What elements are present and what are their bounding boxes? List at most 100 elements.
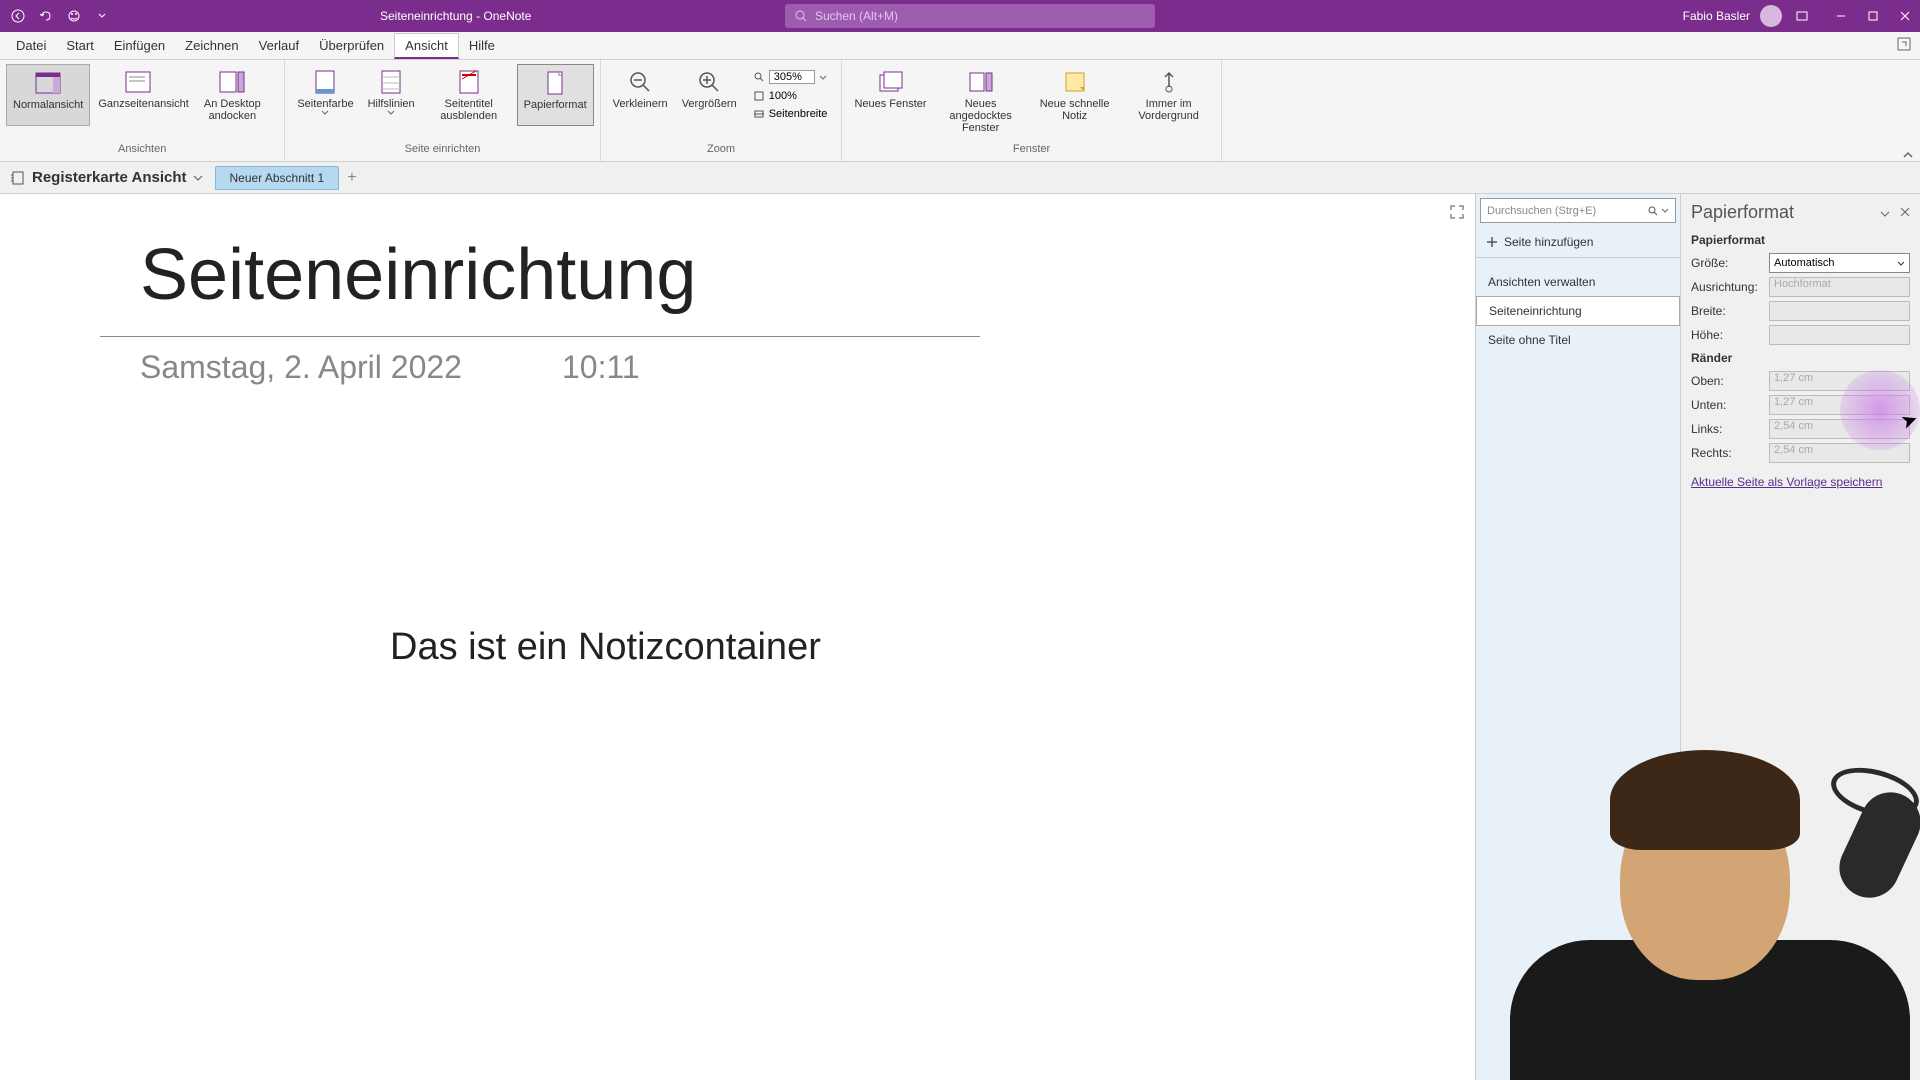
neuesfenster-button[interactable]: Neues Fenster bbox=[848, 64, 932, 138]
pane-section-raender: Ränder bbox=[1691, 351, 1910, 365]
hilfslinien-button[interactable]: Hilfslinien bbox=[362, 64, 421, 126]
pane-section-papierformat: Papierformat bbox=[1691, 233, 1910, 247]
zoom-width[interactable]: Seitenbreite bbox=[749, 106, 832, 122]
right-label: Rechts: bbox=[1691, 446, 1769, 460]
ganzseitenansicht-button[interactable]: Ganzseitenansicht bbox=[92, 64, 184, 126]
search-input[interactable]: Suchen (Alt+M) bbox=[785, 4, 1155, 28]
avatar[interactable] bbox=[1760, 5, 1782, 27]
vordergrund-button[interactable]: Immer im Vordergrund bbox=[1123, 64, 1215, 138]
title-underline bbox=[100, 336, 980, 337]
chevron-down-icon bbox=[321, 110, 329, 115]
page-canvas[interactable]: Seiteneinrichtung Samstag, 2. April 2022… bbox=[0, 194, 1475, 1080]
qat-dropdown-icon[interactable] bbox=[92, 6, 112, 26]
share-icon[interactable] bbox=[1896, 36, 1912, 57]
touch-icon[interactable] bbox=[64, 6, 84, 26]
ribbon-group-label: Ansichten bbox=[118, 143, 166, 157]
ribbon-group-label: Zoom bbox=[707, 143, 735, 157]
normalansicht-icon bbox=[34, 69, 62, 97]
ribbon-group-ansichten: Normalansicht Ganzseitenansicht An Deskt… bbox=[0, 60, 285, 161]
chevron-down-icon bbox=[387, 110, 395, 115]
add-page-button[interactable]: Seite hinzufügen bbox=[1476, 227, 1680, 258]
size-select[interactable]: Automatisch bbox=[1769, 253, 1910, 273]
width-label: Breite: bbox=[1691, 304, 1769, 318]
ribbon-mode-icon[interactable] bbox=[1792, 6, 1812, 26]
seitentitel-button[interactable]: Seitentitel ausblenden bbox=[423, 64, 515, 126]
notebook-icon bbox=[10, 170, 26, 186]
pane-title: Papierformat bbox=[1691, 202, 1794, 223]
andesktop-button[interactable]: An Desktop andocken bbox=[186, 64, 278, 126]
zoom-percent[interactable]: 305% bbox=[749, 68, 832, 86]
section-tab[interactable]: Neuer Abschnitt 1 bbox=[215, 166, 340, 190]
zoomout-icon bbox=[626, 68, 654, 96]
verkleinern-button[interactable]: Verkleinern bbox=[607, 64, 674, 126]
vergroessern-button[interactable]: Vergrößern bbox=[676, 64, 743, 126]
bottom-label: Unten: bbox=[1691, 398, 1769, 412]
ribbon-group-zoom: Verkleinern Vergrößern 305% 100% Seitenb… bbox=[601, 60, 843, 161]
page-link-ansichten[interactable]: Ansichten verwalten bbox=[1476, 268, 1680, 296]
angedocktes-icon bbox=[967, 68, 995, 96]
page-link-ohne-titel[interactable]: Seite ohne Titel bbox=[1476, 326, 1680, 354]
ribbon-group-seite: Seitenfarbe Hilfslinien Seitentitel ausb… bbox=[285, 60, 600, 161]
hilfslinien-icon bbox=[377, 68, 405, 96]
ribbon: Normalansicht Ganzseitenansicht An Deskt… bbox=[0, 60, 1920, 162]
search-icon bbox=[795, 10, 807, 22]
height-input bbox=[1769, 325, 1910, 345]
titlebar: Seiteneinrichtung - OneNote Suchen (Alt+… bbox=[0, 0, 1920, 32]
seitenfarbe-button[interactable]: Seitenfarbe bbox=[291, 64, 359, 126]
pane-options-icon[interactable] bbox=[1880, 206, 1890, 220]
search-icon bbox=[753, 71, 765, 83]
undo-icon[interactable] bbox=[36, 6, 56, 26]
notebook-selector[interactable]: Registerkarte Ansicht bbox=[10, 169, 215, 186]
menu-einfuegen[interactable]: Einfügen bbox=[104, 34, 175, 57]
save-template-link[interactable]: Aktuelle Seite als Vorlage speichern bbox=[1691, 475, 1910, 489]
pane-close-icon[interactable] bbox=[1900, 206, 1910, 220]
maximize-button[interactable] bbox=[1866, 9, 1880, 23]
close-button[interactable] bbox=[1898, 9, 1912, 23]
menu-start[interactable]: Start bbox=[56, 34, 103, 57]
papierformat-button[interactable]: Papierformat bbox=[517, 64, 594, 126]
orientation-input: Hochformat bbox=[1769, 277, 1910, 297]
angedocktes-button[interactable]: Neues angedocktes Fenster bbox=[935, 64, 1027, 138]
neuesfenster-icon bbox=[877, 68, 905, 96]
schnellenotiz-icon bbox=[1061, 68, 1089, 96]
page-title[interactable]: Seiteneinrichtung bbox=[140, 234, 1475, 316]
search-placeholder: Suchen (Alt+M) bbox=[815, 9, 898, 23]
fullscreen-icon[interactable] bbox=[1449, 204, 1465, 225]
add-section-button[interactable]: + bbox=[347, 169, 356, 187]
andesktop-icon bbox=[218, 68, 246, 96]
search-icon bbox=[1647, 205, 1659, 217]
seitentitel-icon bbox=[455, 68, 483, 96]
page-date[interactable]: Samstag, 2. April 2022 bbox=[140, 349, 462, 386]
menu-zeichnen[interactable]: Zeichnen bbox=[175, 34, 248, 57]
seitenfarbe-icon bbox=[311, 68, 339, 96]
menu-verlauf[interactable]: Verlauf bbox=[249, 34, 309, 57]
user-name[interactable]: Fabio Basler bbox=[1683, 9, 1750, 23]
normalansicht-button[interactable]: Normalansicht bbox=[6, 64, 90, 126]
papierformat-icon bbox=[541, 69, 569, 97]
size-label: Größe: bbox=[1691, 256, 1769, 270]
menu-ansicht[interactable]: Ansicht bbox=[394, 33, 459, 59]
width-input bbox=[1769, 301, 1910, 321]
ribbon-collapse-icon[interactable] bbox=[1902, 148, 1914, 166]
ribbon-group-fenster: Neues Fenster Neues angedocktes Fenster … bbox=[842, 60, 1221, 161]
chevron-down-icon bbox=[193, 175, 203, 181]
orientation-label: Ausrichtung: bbox=[1691, 280, 1769, 294]
page-search-input[interactable]: Durchsuchen (Strg+E) bbox=[1480, 198, 1676, 223]
page-time[interactable]: 10:11 bbox=[562, 349, 640, 386]
webcam-overlay bbox=[1400, 720, 1920, 1080]
page-link-seiteneinrichtung[interactable]: Seiteneinrichtung bbox=[1476, 296, 1680, 326]
note-container[interactable]: Das ist ein Notizcontainer bbox=[390, 626, 1475, 669]
schnellenotiz-button[interactable]: Neue schnelle Notiz bbox=[1029, 64, 1121, 138]
zoomin-icon bbox=[695, 68, 723, 96]
ribbon-group-label: Fenster bbox=[1013, 143, 1050, 157]
top-label: Oben: bbox=[1691, 374, 1769, 388]
chevron-down-icon bbox=[1661, 208, 1669, 213]
zoom-100[interactable]: 100% bbox=[749, 88, 832, 104]
back-icon[interactable] bbox=[8, 6, 28, 26]
menu-datei[interactable]: Datei bbox=[6, 34, 56, 57]
menu-hilfe[interactable]: Hilfe bbox=[459, 34, 505, 57]
window-title: Seiteneinrichtung - OneNote bbox=[380, 9, 531, 23]
notebook-bar: Registerkarte Ansicht Neuer Abschnitt 1 … bbox=[0, 162, 1920, 194]
minimize-button[interactable] bbox=[1834, 9, 1848, 23]
menu-ueberpruefen[interactable]: Überprüfen bbox=[309, 34, 394, 57]
